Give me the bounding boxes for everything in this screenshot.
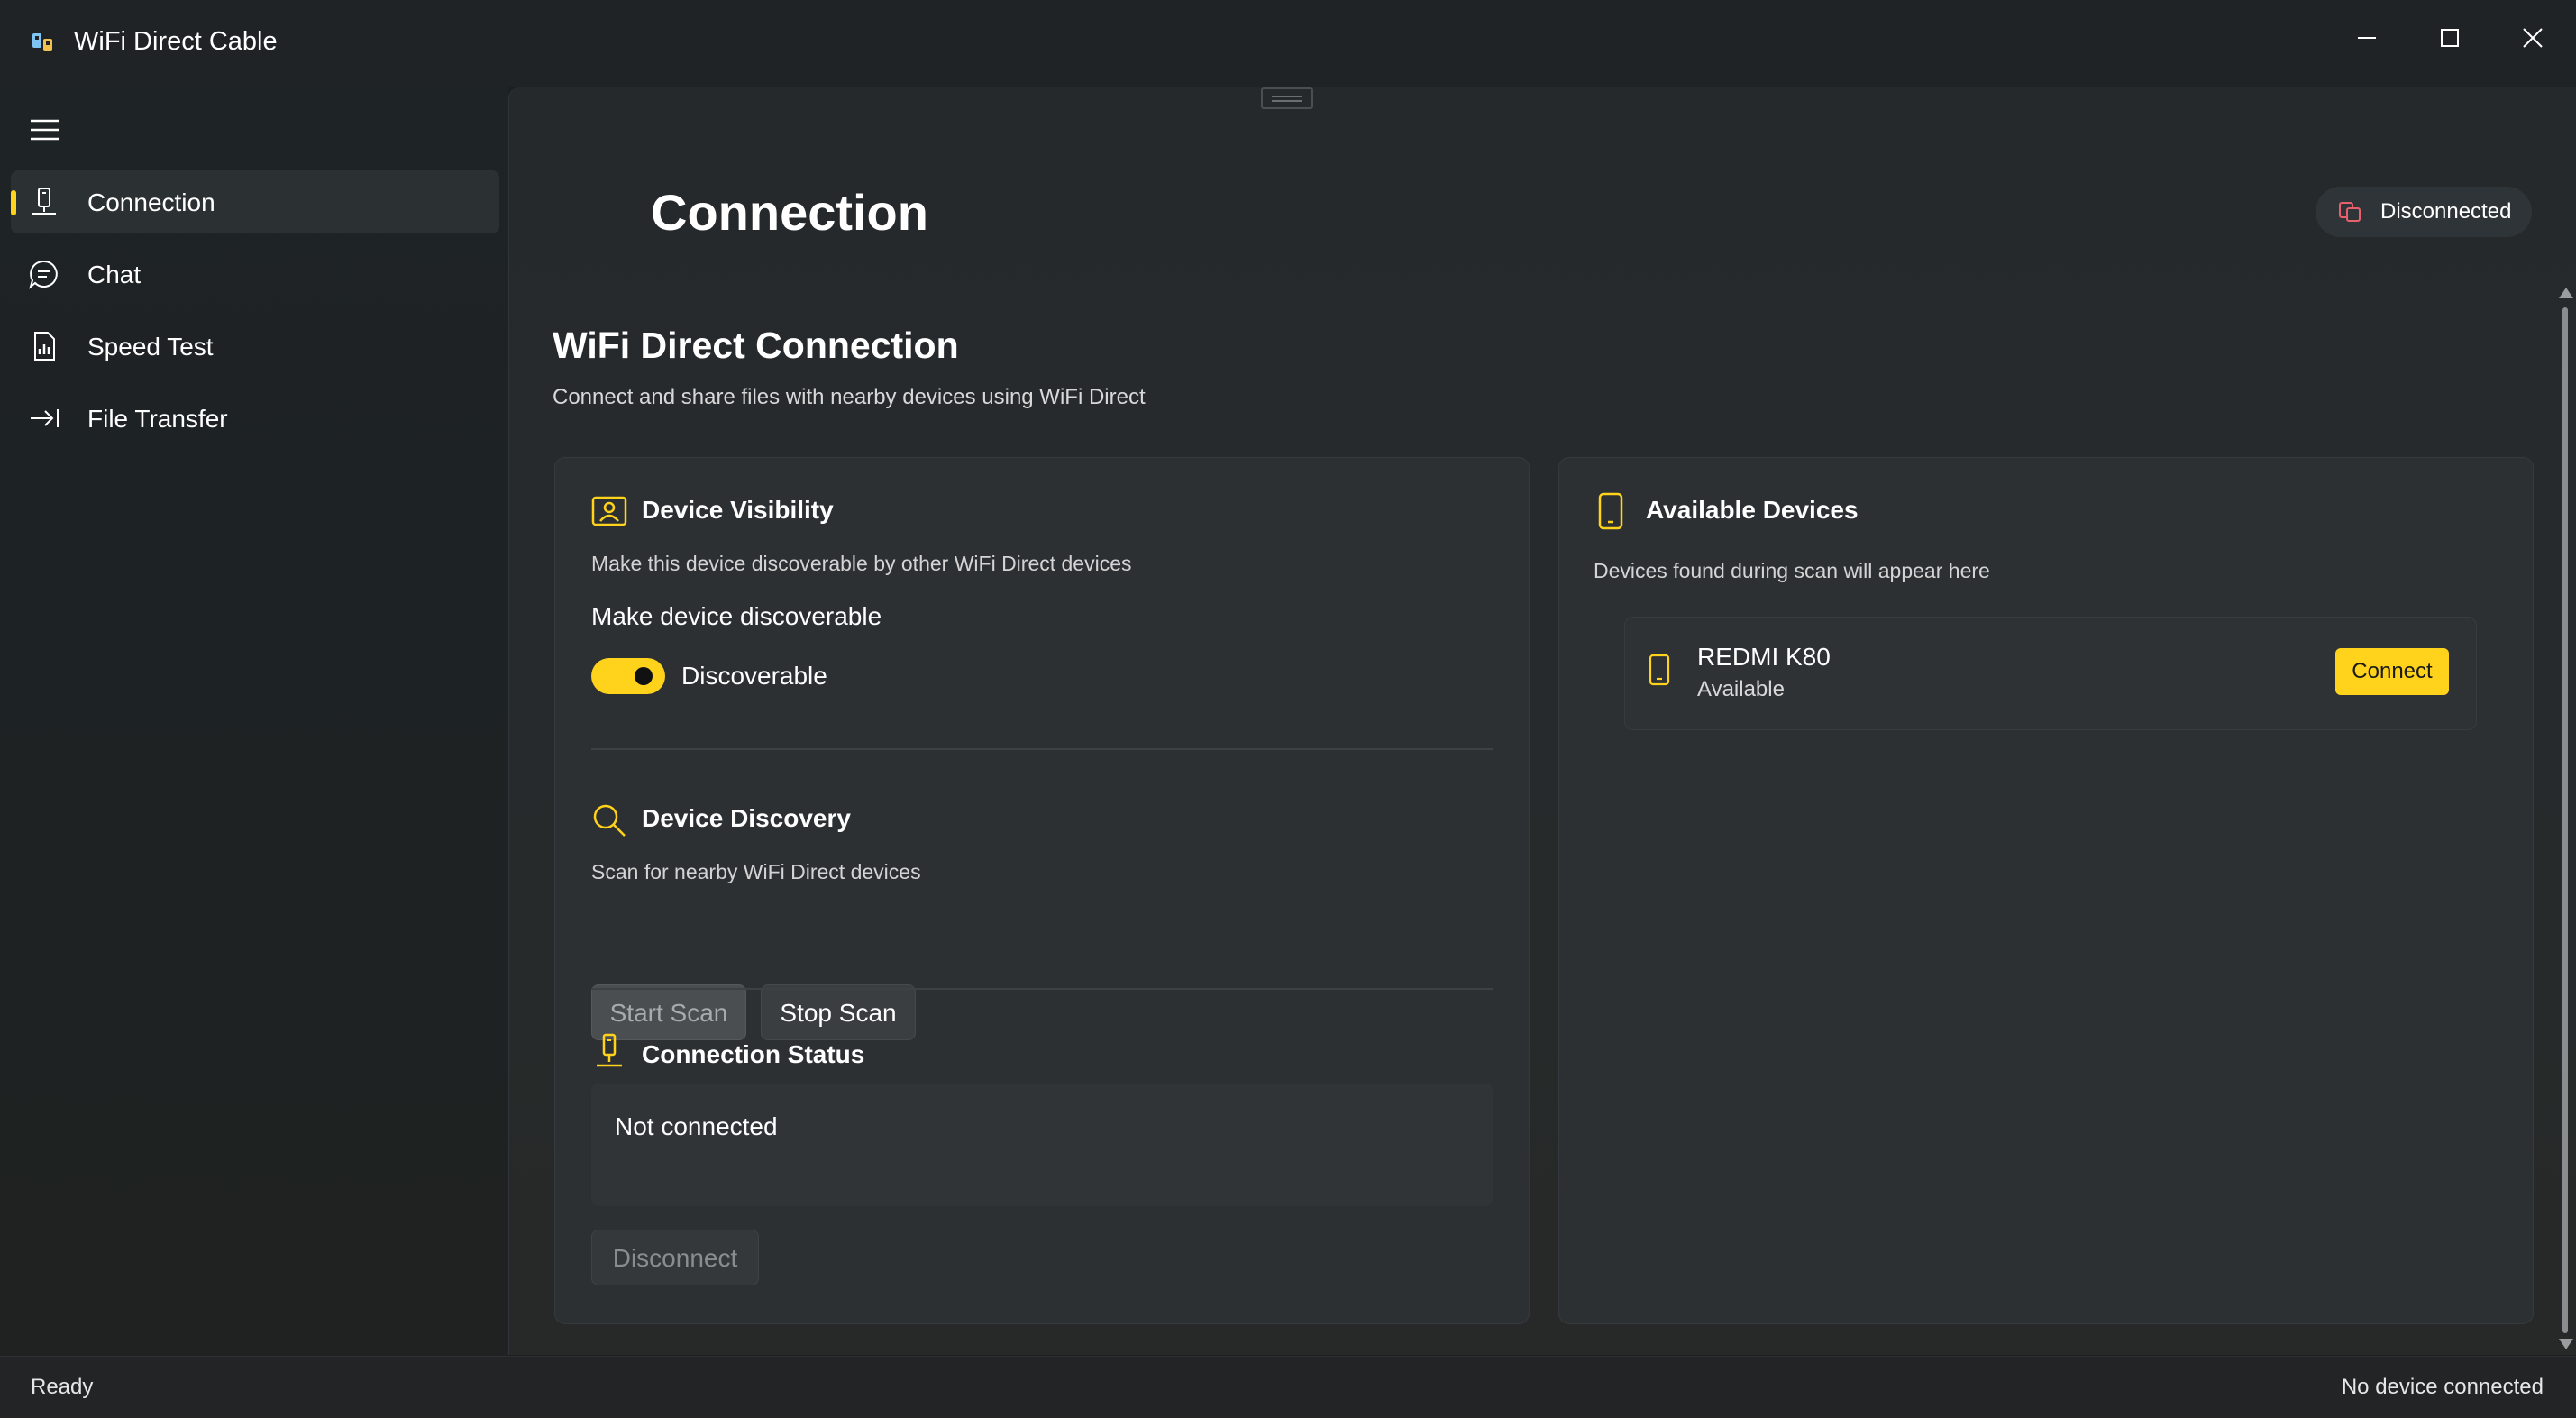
status-bar-right-text: No device connected: [2341, 1375, 2544, 1399]
active-indicator: [11, 190, 16, 215]
status-badge-label: Disconnected: [2380, 199, 2512, 224]
scroll-down-arrow-icon[interactable]: [2559, 1339, 2573, 1349]
minimize-button[interactable]: [2331, 11, 2403, 65]
scrollbar-thumb[interactable]: [2562, 307, 2568, 1333]
visibility-description: Make this device discoverable by other W…: [591, 552, 1132, 575]
connection-icon: [32, 188, 56, 215]
connection-controls-card: Device Visibility Make this device disco…: [554, 457, 1530, 1324]
main-content: Connection Disconnected WiFi Direct Conn…: [508, 87, 2576, 1355]
available-devices-description: Devices found during scan will appear he…: [1594, 559, 1990, 582]
discoverable-toggle[interactable]: [591, 658, 665, 694]
phone-icon: [1598, 492, 1623, 530]
search-icon: [593, 804, 626, 837]
device-status: Available: [1697, 677, 1785, 701]
toggle-state-label: Discoverable: [681, 662, 827, 690]
close-button[interactable]: [2497, 11, 2569, 65]
disconnected-icon: [2339, 202, 2361, 222]
connection-status-badge: Disconnected: [2316, 187, 2532, 237]
connection-status-icon: [597, 1033, 622, 1067]
connection-status-box: Not connected: [591, 1084, 1493, 1206]
disconnect-button[interactable]: Disconnect: [591, 1230, 759, 1285]
sidebar-item-label: Connection: [87, 188, 215, 216]
sidebar-item-chat[interactable]: Chat: [11, 242, 499, 306]
divider: [591, 748, 1493, 750]
visibility-heading: Device Visibility: [642, 496, 834, 524]
sidebar-item-label: Speed Test: [87, 333, 214, 361]
drag-handle[interactable]: [1261, 87, 1313, 109]
discoverable-toggle-label: Make device discoverable: [591, 602, 882, 630]
maximize-button[interactable]: [2414, 11, 2486, 65]
phone-icon: [1649, 654, 1670, 686]
sidebar-item-file-transfer[interactable]: File Transfer: [11, 387, 499, 450]
maximize-icon: [2441, 29, 2459, 47]
sidebar-item-speed-test[interactable]: Speed Test: [11, 315, 499, 378]
file-transfer-icon: [31, 409, 59, 427]
title-bar: WiFi Direct Cable: [0, 0, 2576, 87]
vertical-scrollbar[interactable]: [2557, 286, 2576, 1355]
connection-status-value: Not connected: [615, 1112, 778, 1140]
connection-status-heading: Connection Status: [642, 1040, 865, 1068]
app-title: WiFi Direct Cable: [74, 27, 278, 56]
sidebar: Connection Chat Speed Test File Transfer: [0, 87, 508, 1357]
sidebar-item-label: File Transfer: [87, 405, 228, 433]
visibility-icon: [591, 496, 627, 526]
section-subtitle: Connect and share files with nearby devi…: [553, 385, 1146, 409]
device-name: REDMI K80: [1697, 643, 1831, 671]
sidebar-item-connection[interactable]: Connection: [11, 170, 499, 233]
status-bar-left-text: Ready: [31, 1375, 94, 1399]
app-icon: [32, 33, 52, 51]
chat-icon: [29, 260, 58, 289]
page-title: Connection: [651, 184, 928, 241]
stop-scan-button[interactable]: Stop Scan: [761, 984, 916, 1040]
available-devices-card: Available Devices Devices found during s…: [1558, 457, 2534, 1324]
minimize-icon: [2358, 37, 2376, 39]
scroll-up-arrow-icon[interactable]: [2559, 288, 2573, 298]
section-title: WiFi Direct Connection: [553, 325, 959, 366]
device-list-item[interactable]: REDMI K80 Available Connect: [1624, 617, 2477, 730]
divider: [591, 988, 1493, 990]
discovery-description: Scan for nearby WiFi Direct devices: [591, 860, 921, 883]
speed-test-icon: [34, 332, 55, 361]
start-scan-button[interactable]: Start Scan: [591, 984, 746, 1040]
hamburger-menu-icon[interactable]: [27, 116, 63, 143]
close-icon: [2523, 28, 2543, 48]
available-devices-heading: Available Devices: [1646, 496, 1859, 524]
status-bar: Ready No device connected: [0, 1356, 2576, 1418]
connect-button[interactable]: Connect: [2335, 648, 2449, 695]
discovery-heading: Device Discovery: [642, 804, 851, 832]
sidebar-item-label: Chat: [87, 261, 142, 288]
toggle-knob: [635, 667, 653, 685]
